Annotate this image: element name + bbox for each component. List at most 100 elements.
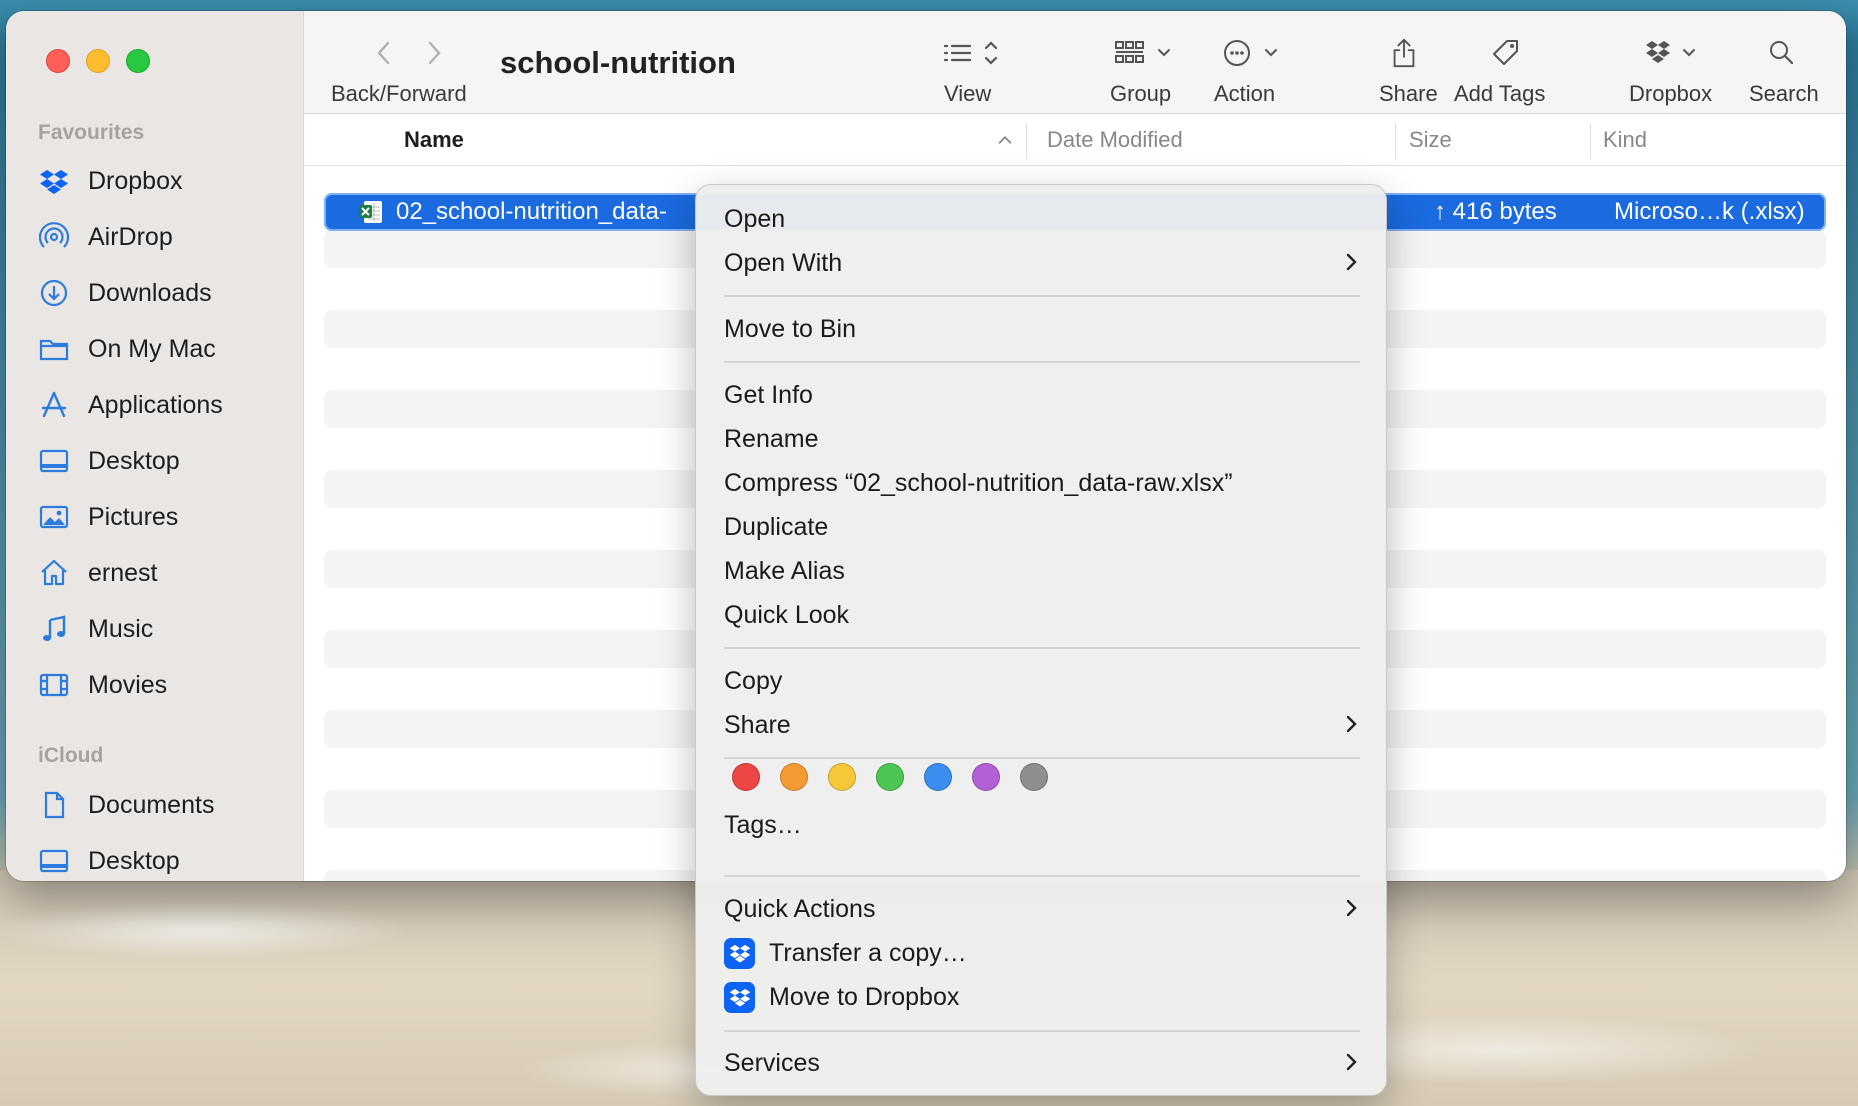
view-list-icon[interactable] [942,33,1002,73]
sidebar-item-documents[interactable]: Documents [36,783,296,827]
menu-item-rename[interactable]: Rename [724,419,1360,459]
tag-orange[interactable] [780,763,808,791]
menu-item-tags[interactable]: Tags… [724,805,1360,845]
dropbox-icon [36,165,72,197]
sidebar-item-label: Dropbox [88,166,183,195]
icloud-heading: iCloud [38,744,104,767]
chevron-right-icon [1344,895,1360,928]
sidebar-item-label: Applications [88,390,223,419]
sidebar-item-music[interactable]: Music [36,607,296,651]
menu-item-make-alias[interactable]: Make Alias [724,551,1360,591]
menu-item-label: Services [724,1048,820,1077]
sort-ascending-icon[interactable] [996,129,1014,155]
sidebar-item-dropbox[interactable]: Dropbox [36,159,296,203]
menu-item-get-info[interactable]: Get Info [724,375,1360,415]
menu-separator [724,1030,1360,1032]
back-forward-label: Back/Forward [331,81,467,106]
home-icon [36,557,72,589]
sidebar-item-label: Downloads [88,278,212,307]
toolbar: Back/Forward school-nutrition View Group… [304,11,1846,114]
menu-item-label: Quick Actions [724,894,876,923]
menu-item-quick-look[interactable]: Quick Look [724,595,1360,635]
column-date-modified[interactable]: Date Modified [1047,127,1183,153]
column-name[interactable]: Name [404,127,464,153]
menu-item-label: Duplicate [724,512,829,541]
dropbox-icon [724,981,755,1013]
dropbox-icon [724,937,755,969]
tag-red[interactable] [732,763,760,791]
sidebar-item-ernest[interactable]: ernest [36,551,296,595]
menu-item-label: Quick Look [724,600,850,629]
sidebar-item-airdrop[interactable]: AirDrop [36,215,296,259]
menu-item-services[interactable]: Services [724,1043,1360,1083]
tag-icon[interactable] [1490,33,1522,73]
sidebar-item-label: AirDrop [88,222,173,251]
tag-yellow[interactable] [828,763,856,791]
sidebar-item-downloads[interactable]: Downloads [36,271,296,315]
downloads-icon [36,277,72,309]
column-divider [1395,123,1396,159]
menu-item-label: Move to Bin [724,314,857,343]
file-kind: Microso…k (.xlsx) [1614,198,1805,225]
menu-item-open[interactable]: Open [724,199,1360,239]
sidebar-item-label: Desktop [88,446,180,475]
menu-item-duplicate[interactable]: Duplicate [724,507,1360,547]
share-label: Share [1379,81,1438,106]
search-icon[interactable] [1767,33,1797,73]
column-divider [1590,123,1591,159]
share-icon[interactable] [1390,33,1418,73]
menu-separator [724,647,1360,649]
column-size[interactable]: Size [1409,127,1452,153]
tag-purple[interactable] [972,763,1000,791]
tag-green[interactable] [876,763,904,791]
column-divider [1026,123,1027,159]
menu-item-copy[interactable]: Copy [724,661,1360,701]
menu-item-label: Get Info [724,380,813,409]
movies-icon [36,669,72,701]
menu-item-open-with[interactable]: Open With [724,243,1360,283]
sidebar-item-label: Documents [88,790,215,819]
sidebar-item-on-my-mac[interactable]: On My Mac [36,327,296,371]
menu-item-label: Tags… [724,810,802,839]
sidebar-item-applications[interactable]: Applications [36,383,296,427]
dropbox-toolbar-icon[interactable] [1644,33,1706,73]
group-label: Group [1110,81,1172,106]
sidebar-item-label: Music [88,614,154,643]
minimize-button[interactable] [86,49,110,73]
sidebar: Favourites Dropbox AirDrop Downloads On … [6,11,304,881]
column-kind[interactable]: Kind [1603,127,1647,153]
menu-item-move-to-dropbox[interactable]: Move to Dropbox [724,977,1360,1017]
tag-grey[interactable] [1020,763,1048,791]
zoom-button[interactable] [126,49,150,73]
sidebar-item-pictures[interactable]: Pictures [36,495,296,539]
action-icon[interactable] [1222,33,1284,73]
menu-item-quick-actions[interactable]: Quick Actions [724,889,1360,929]
menu-separator [724,875,1360,877]
window-title: school-nutrition [500,45,736,80]
music-icon [36,613,72,645]
sidebar-item-movies[interactable]: Movies [36,663,296,707]
back-button[interactable] [374,33,394,73]
forward-button[interactable] [424,33,444,73]
menu-item-move-to-bin[interactable]: Move to Bin [724,309,1360,349]
view-label: View [944,81,992,106]
menu-item-label: Copy [724,666,783,695]
menu-item-transfer-copy[interactable]: Transfer a copy… [724,933,1360,973]
menu-item-compress[interactable]: Compress “02_school-nutrition_data-raw.x… [724,463,1360,503]
search-label: Search [1749,81,1819,106]
excel-file-icon [358,199,384,232]
close-button[interactable] [46,49,70,73]
sidebar-item-label: On My Mac [88,334,216,363]
sidebar-item-icloud-desktop[interactable]: Desktop [36,839,296,881]
menu-item-label: Share [724,710,791,739]
sidebar-item-desktop[interactable]: Desktop [36,439,296,483]
menu-separator [724,295,1360,297]
tag-blue[interactable] [924,763,952,791]
menu-item-share[interactable]: Share [724,705,1360,745]
applications-icon [36,389,72,421]
desktop-icon [36,845,72,877]
menu-item-label: Move to Dropbox [769,982,960,1011]
menu-item-label: Make Alias [724,556,845,585]
group-icon[interactable] [1114,33,1176,73]
menu-item-label: Transfer a copy… [769,938,967,967]
